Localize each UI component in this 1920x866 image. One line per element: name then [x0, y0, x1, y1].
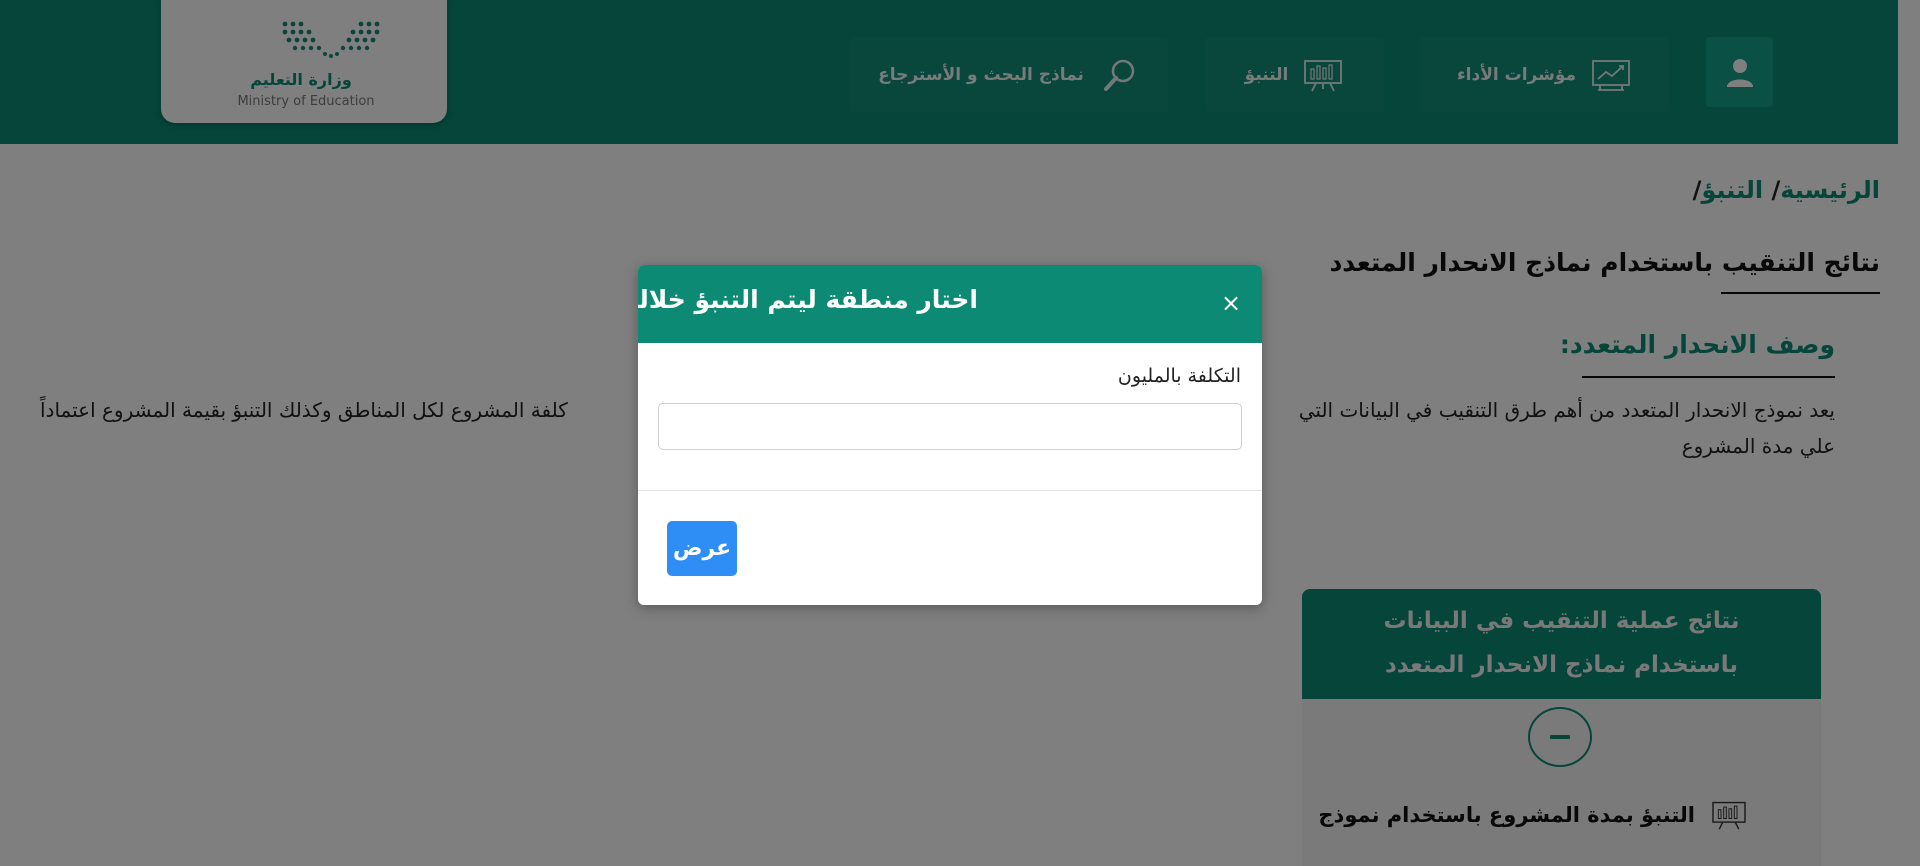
- modal-title: اختار منطقة ليتم التنبؤ خلالها: [638, 285, 978, 314]
- page: وزارة التعليم Ministry of Education نماذ…: [0, 0, 1920, 866]
- close-icon[interactable]: ×: [1220, 291, 1242, 315]
- region-select-modal: اختار منطقة ليتم التنبؤ خلالها × التكلفة…: [638, 265, 1262, 605]
- cost-field-label: التكلفة بالمليون: [1117, 365, 1241, 387]
- cost-input[interactable]: [658, 403, 1242, 450]
- modal-header: اختار منطقة ليتم التنبؤ خلالها ×: [638, 265, 1262, 343]
- modal-divider: [638, 490, 1262, 491]
- show-button[interactable]: عرض: [667, 521, 737, 576]
